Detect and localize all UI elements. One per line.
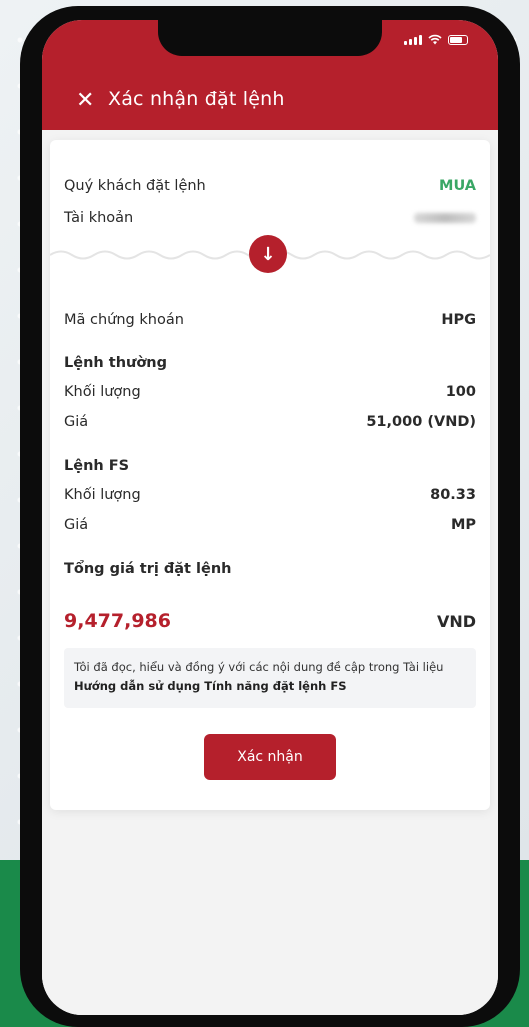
- arrow-down-icon: ↓: [249, 235, 287, 273]
- total-row: 9,477,986 VND: [64, 610, 476, 632]
- order-side-value: MUA: [439, 178, 476, 194]
- customer-label: Quý khách đặt lệnh: [64, 178, 206, 194]
- account-label: Tài khoản: [64, 210, 134, 226]
- fs-qty-value: 80.33: [430, 487, 476, 503]
- fs-price-label: Giá: [64, 517, 89, 533]
- total-label: Tổng giá trị đặt lệnh: [64, 561, 232, 577]
- total-value: 9,477,986: [64, 610, 171, 632]
- symbol-label: Mã chứng khoán: [64, 312, 184, 328]
- fs-price-row: Giá MP: [64, 517, 476, 533]
- account-row: Tài khoản: [64, 210, 476, 226]
- normal-order-title: Lệnh thường: [64, 355, 168, 371]
- close-icon[interactable]: ✕: [76, 90, 94, 112]
- battery-icon: [448, 35, 468, 45]
- fs-price-value: MP: [450, 517, 476, 533]
- status-bar: [404, 34, 468, 45]
- total-unit: VND: [436, 611, 476, 631]
- symbol-value: HPG: [441, 312, 476, 328]
- account-value-masked: [414, 213, 476, 223]
- page-title: Xác nhận đặt lệnh: [108, 88, 285, 110]
- fs-qty-label: Khối lượng: [64, 487, 141, 503]
- confirm-button[interactable]: Xác nhận: [204, 734, 336, 780]
- terms-link[interactable]: Hướng dẫn sử dụng Tính năng đặt lệnh FS: [74, 679, 346, 693]
- wifi-icon: [428, 34, 442, 45]
- phone-notch: [158, 20, 382, 56]
- normal-price-label: Giá: [64, 414, 89, 430]
- customer-row: Quý khách đặt lệnh MUA: [64, 178, 476, 194]
- app-header: ✕ Xác nhận đặt lệnh: [42, 20, 498, 130]
- phone-frame: ✕ Xác nhận đặt lệnh Quý khách đặt lệnh M…: [20, 6, 520, 1027]
- normal-qty-value: 100: [445, 384, 476, 400]
- normal-qty-label: Khối lượng: [64, 384, 141, 400]
- terms-notice: Tôi đã đọc, hiểu và đồng ý với các nội d…: [64, 648, 476, 708]
- normal-price-value: 51,000 (VND): [366, 414, 476, 430]
- normal-price-row: Giá 51,000 (VND): [64, 414, 476, 430]
- confirm-order-card: Quý khách đặt lệnh MUA Tài khoản ↓ Mã ch…: [50, 140, 490, 810]
- phone-screen: ✕ Xác nhận đặt lệnh Quý khách đặt lệnh M…: [42, 20, 498, 1015]
- signal-icon: [404, 35, 422, 45]
- symbol-row: Mã chứng khoán HPG: [64, 312, 476, 328]
- normal-qty-row: Khối lượng 100: [64, 384, 476, 400]
- terms-text: Tôi đã đọc, hiểu và đồng ý với các nội d…: [74, 660, 444, 674]
- fs-order-title: Lệnh FS: [64, 458, 130, 474]
- fs-qty-row: Khối lượng 80.33: [64, 487, 476, 503]
